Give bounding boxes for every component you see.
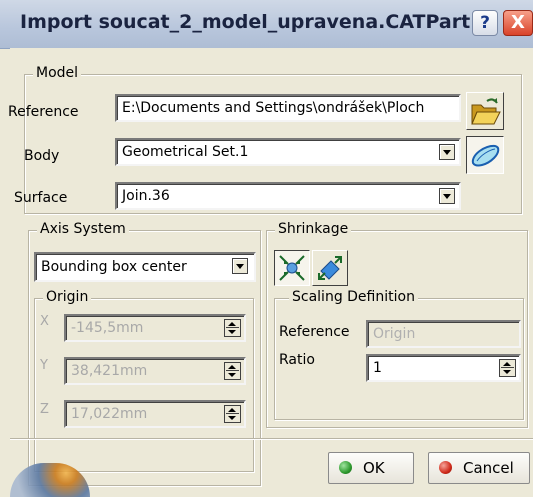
uniform-shrink-icon xyxy=(279,255,305,281)
browse-button[interactable] xyxy=(466,92,504,130)
button-separator xyxy=(10,438,533,440)
axis-system-legend: Axis System xyxy=(37,221,129,237)
cancel-button[interactable]: Cancel xyxy=(428,452,530,484)
origin-y-spinner[interactable] xyxy=(224,362,241,380)
surface-select[interactable]: Join.36 xyxy=(115,182,461,210)
shrinkage-legend: Shrinkage xyxy=(275,221,352,237)
directional-shrink-icon xyxy=(318,256,342,280)
surface-value: Join.36 xyxy=(122,188,170,204)
cancel-label: Cancel xyxy=(463,459,514,477)
surface-select-icon xyxy=(471,144,500,167)
body-dropdown-arrow[interactable] xyxy=(439,144,455,160)
origin-x-value: -145,5mm xyxy=(71,320,144,336)
surface-label: Surface xyxy=(14,190,68,206)
scaling-reference-field[interactable]: Origin xyxy=(366,320,521,348)
axis-mode-value: Bounding box center xyxy=(41,259,187,275)
body-select[interactable]: Geometrical Set.1 xyxy=(115,138,461,166)
origin-z-label: Z xyxy=(40,402,49,417)
help-button[interactable]: ? xyxy=(472,10,498,36)
origin-legend: Origin xyxy=(43,289,92,305)
ratio-field[interactable]: 1 xyxy=(366,354,521,382)
origin-x-field[interactable]: -145,5mm xyxy=(64,314,246,342)
surface-dropdown-arrow[interactable] xyxy=(439,188,455,204)
import-dialog: Import soucat_2_model_upravena.CATPart ?… xyxy=(0,0,533,497)
window-title: Import soucat_2_model_upravena.CATPart xyxy=(20,11,471,33)
reference-label: Reference xyxy=(8,104,79,120)
scaling-reference-label: Reference xyxy=(279,324,350,340)
ok-label: OK xyxy=(363,459,385,477)
body-label: Body xyxy=(24,148,60,164)
ratio-label: Ratio xyxy=(279,352,315,368)
origin-z-field[interactable]: 17,022mm xyxy=(64,400,246,428)
origin-y-value: 38,421mm xyxy=(71,363,148,379)
ok-status-icon xyxy=(339,461,352,474)
axis-mode-select[interactable]: Bounding box center xyxy=(34,252,256,282)
ok-button[interactable]: OK xyxy=(328,452,414,484)
dialog-body: Model Reference E:\Documents and Setting… xyxy=(8,48,533,497)
reference-field[interactable]: E:\Documents and Settings\ondrášek\Ploch xyxy=(115,94,461,122)
title-bar: Import soucat_2_model_upravena.CATPart ?… xyxy=(0,0,533,49)
origin-z-value: 17,022mm xyxy=(71,406,148,422)
directional-shrink-button[interactable] xyxy=(312,250,348,286)
origin-y-label: Y xyxy=(40,358,48,373)
body-value: Geometrical Set.1 xyxy=(122,144,249,160)
origin-y-field[interactable]: 38,421mm xyxy=(64,357,246,385)
surface-select-button[interactable] xyxy=(466,136,504,174)
origin-x-spinner[interactable] xyxy=(224,319,241,337)
axis-mode-dropdown-arrow[interactable] xyxy=(232,258,248,274)
cancel-status-icon xyxy=(439,461,452,474)
folder-open-icon xyxy=(471,98,501,125)
uniform-shrink-button[interactable] xyxy=(274,250,310,286)
model-legend: Model xyxy=(33,65,82,81)
scaling-definition-legend: Scaling Definition xyxy=(289,289,418,305)
ratio-spinner[interactable] xyxy=(499,359,516,377)
origin-x-label: X xyxy=(40,314,49,329)
close-button[interactable]: X xyxy=(503,10,533,36)
origin-z-spinner[interactable] xyxy=(224,405,241,423)
ratio-value: 1 xyxy=(373,360,382,376)
